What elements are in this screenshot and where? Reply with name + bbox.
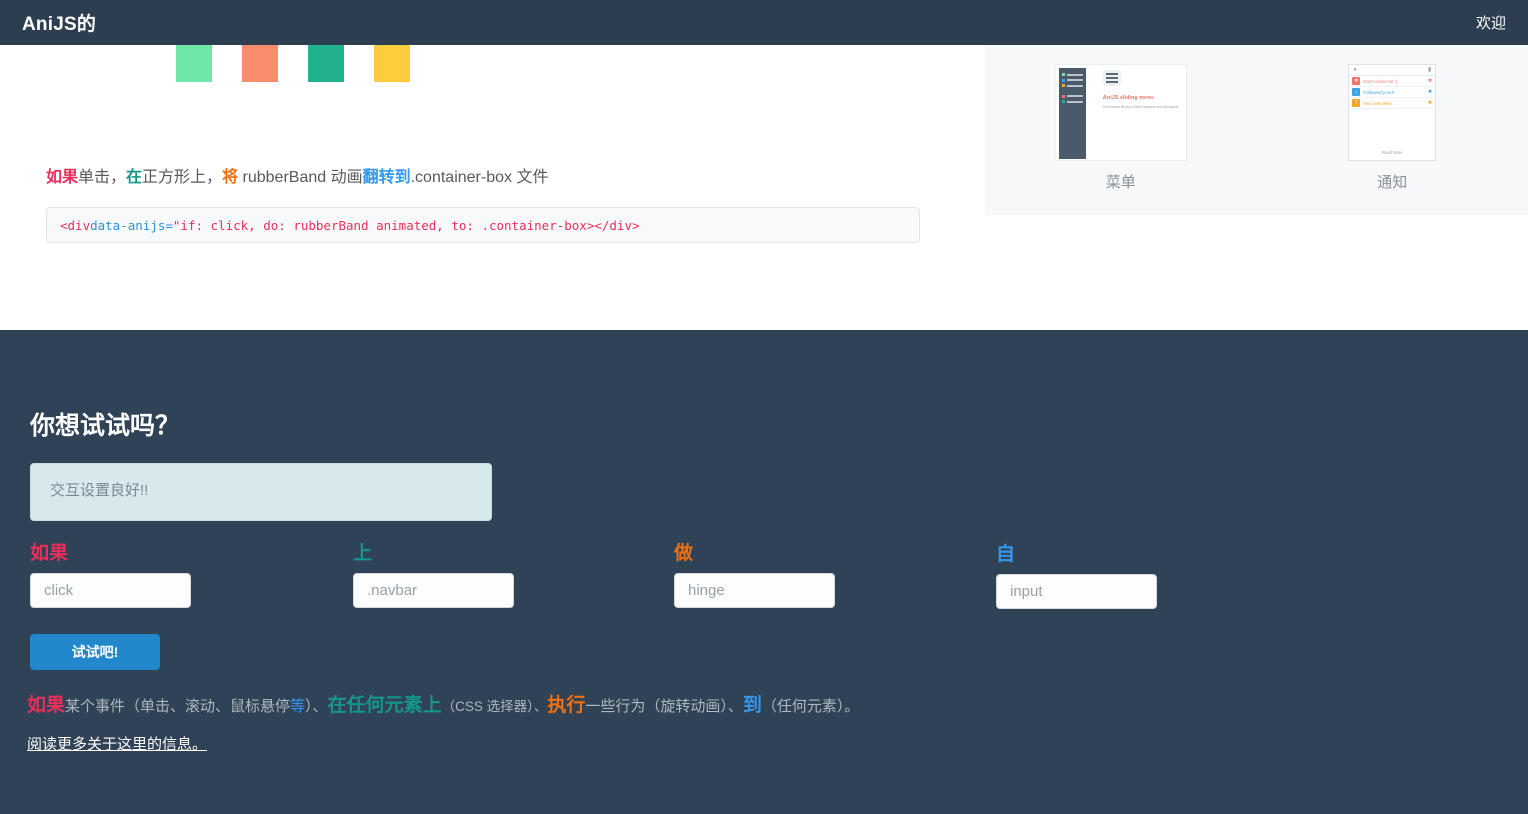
- field-group-do: 做: [674, 538, 835, 608]
- bell-icon: ●: [1353, 67, 1357, 73]
- container-box-squares: [176, 45, 410, 82]
- if-field-input[interactable]: [30, 573, 191, 608]
- demo-item-menu[interactable]: AniJS sliding menu A interactive library…: [985, 45, 1257, 215]
- page-root: AniJS的 欢迎 如果单击，在正方形上，将 rubberBand 动画翻转到.…: [0, 0, 1528, 814]
- explanation-text: 如果某个事件（单击、滚动、鼠标悬停等）、在任何元素上（CSS 选择器）、执行一些…: [27, 690, 859, 717]
- navbar-welcome-link[interactable]: 欢迎: [1476, 12, 1506, 33]
- square-green-light[interactable]: [176, 45, 212, 82]
- explain-part-5: （任何元素）。: [761, 698, 860, 715]
- navbar: AniJS的 欢迎: [0, 0, 1528, 45]
- close-icon[interactable]: ✖: [1428, 89, 1432, 95]
- keyword-on: 在: [126, 169, 143, 186]
- mock-menu-subtitle: A interactive library to Web Designers a…: [1102, 105, 1179, 109]
- mock-nav-item: [1061, 100, 1083, 103]
- trash-icon[interactable]: ▮: [1428, 67, 1431, 73]
- read-more-link[interactable]: 阅读更多关于这里的信息。: [27, 733, 207, 754]
- hamburger-icon[interactable]: [1102, 70, 1121, 86]
- to-field-input[interactable]: [996, 574, 1157, 609]
- mock-notif-text: Followed you!!!: [1363, 89, 1395, 95]
- facebook-icon: f: [1352, 99, 1361, 107]
- close-icon[interactable]: ✖: [1428, 78, 1432, 84]
- field-label-do: 做: [674, 543, 694, 564]
- demo-textarea[interactable]: [30, 463, 492, 521]
- desc-segment-3: rubberBand 动画: [238, 169, 363, 186]
- demo-label-notification: 通知: [1377, 174, 1408, 191]
- mock-sidebar: [1058, 68, 1086, 159]
- notification-demo-thumbnail[interactable]: ● ▮ ♥ Don't close me :( ✖ t Followed you…: [1348, 64, 1437, 161]
- field-group-if: 如果: [30, 538, 191, 608]
- menu-demo-thumbnail[interactable]: AniJS sliding menu A interactive library…: [1054, 64, 1187, 161]
- mock-notif-row: t Followed you!!! ✖: [1349, 87, 1436, 98]
- code-attribute: data-anijs=: [90, 217, 173, 233]
- explain-keyword-do: 执行: [547, 695, 586, 716]
- keyword-if: 如果: [46, 169, 79, 186]
- keyword-do: 将: [222, 169, 239, 186]
- explain-deng: 等: [290, 698, 306, 715]
- on-field-input[interactable]: [353, 573, 514, 608]
- close-icon[interactable]: ✖: [1428, 100, 1432, 106]
- mock-notif-row: f Two new likes ... ✖: [1349, 98, 1436, 109]
- explain-part-2: ）、: [305, 698, 328, 715]
- square-salmon[interactable]: [242, 45, 278, 82]
- rule-description: 如果单击，在正方形上，将 rubberBand 动画翻转到.container-…: [46, 163, 548, 187]
- field-label-if: 如果: [30, 543, 69, 564]
- mock-nav-item: [1061, 94, 1083, 98]
- demo-label-menu: 菜单: [1105, 174, 1136, 191]
- field-label-to: 自: [996, 544, 1016, 565]
- demo-item-notification[interactable]: ● ▮ ♥ Don't close me :( ✖ t Followed you…: [1257, 45, 1528, 215]
- desc-segment-2: 正方形上，: [142, 169, 223, 186]
- code-tag-close: </div>: [594, 217, 640, 233]
- explain-part-4: 一些行为（旋转动画）、: [585, 698, 743, 715]
- do-field-input[interactable]: [674, 573, 835, 608]
- field-group-to: 自: [996, 539, 1157, 609]
- mock-nav-item: [1061, 73, 1083, 76]
- mock-nav-item: [1061, 84, 1083, 87]
- explain-part-3: （CSS 选择器）、: [441, 699, 548, 714]
- desc-segment-4: .container-box 文件: [410, 169, 549, 186]
- heart-icon: ♥: [1352, 77, 1361, 85]
- mock-notif-header: ● ▮: [1349, 65, 1436, 76]
- mock-notif-text: Don't close me :(: [1363, 78, 1398, 84]
- twitter-icon: t: [1352, 88, 1361, 96]
- explain-keyword-to: 到: [742, 695, 762, 716]
- square-teal[interactable]: [308, 45, 344, 82]
- mock-notif-row: ♥ Don't close me :( ✖: [1349, 76, 1436, 87]
- field-label-on: 上: [353, 543, 373, 564]
- demo-thumbnails: AniJS sliding menu A interactive library…: [985, 45, 1528, 215]
- explain-keyword-if: 如果: [27, 695, 66, 716]
- section-title: 你想试试吗？: [30, 412, 181, 440]
- explain-keyword-on: 在任何元素上: [327, 695, 442, 716]
- try-it-button[interactable]: 试试吧!: [30, 634, 160, 670]
- square-yellow[interactable]: [374, 45, 410, 82]
- mock-notif-text: Two new likes ...: [1363, 100, 1397, 106]
- desc-segment-1: 单击，: [78, 169, 127, 186]
- code-snippet-box: <div data-anijs= "if: click, do: rubberBa…: [46, 207, 920, 243]
- mock-nav-item: [1061, 78, 1083, 82]
- code-tag-open: <div: [60, 217, 91, 233]
- try-it-section: 你想试试吗？ 如果 上 做 自 试试吧! 如果某个事件（单击、滚动、鼠标悬停等）…: [0, 330, 1528, 814]
- explain-part-1: 某个事件（单击、滚动、鼠标悬停: [65, 698, 291, 715]
- mock-menu-title: AniJS sliding menu: [1102, 95, 1154, 101]
- code-attribute-value: "if: click, do: rubberBand animated, to:…: [172, 217, 595, 233]
- navbar-brand[interactable]: AniJS的: [22, 9, 96, 36]
- mock-notif-footer[interactable]: Read More: [1349, 150, 1435, 155]
- field-group-on: 上: [353, 538, 514, 608]
- demos-panel: AniJS sliding menu A interactive library…: [985, 45, 1528, 215]
- keyword-to: 翻转到: [362, 169, 411, 186]
